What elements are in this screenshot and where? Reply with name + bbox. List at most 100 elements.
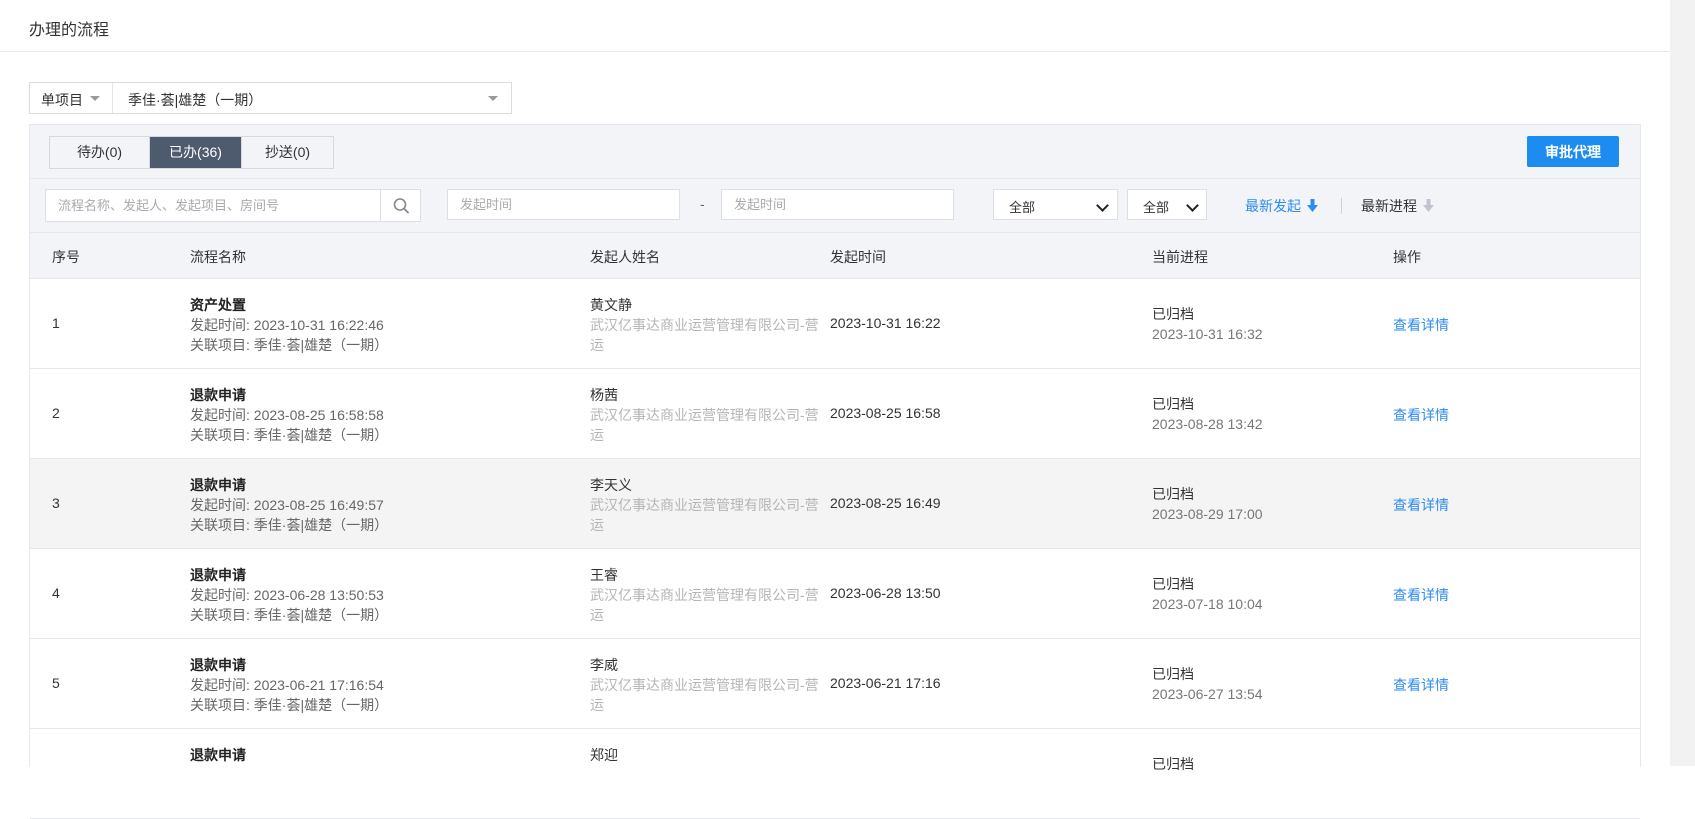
progress-time: 2023-10-31 16:32 — [1152, 326, 1263, 342]
progress-time: 2023-08-28 13:42 — [1152, 416, 1263, 432]
date-range-separator: - — [700, 196, 705, 212]
view-details-link[interactable]: 查看详情 — [1393, 405, 1449, 425]
row-index: 1 — [52, 315, 60, 331]
col-header-index: 序号 — [52, 249, 80, 265]
table-row[interactable]: 3 退款申请 发起时间: 2023-08-25 16:49:57 关联项目: 季… — [30, 459, 1640, 549]
progress-time: 2023-07-18 10:04 — [1152, 596, 1263, 612]
progress-status: 已归档 — [1152, 396, 1194, 412]
col-header-action: 操作 — [1393, 249, 1421, 265]
col-header-initiator: 发起人姓名 — [590, 249, 660, 265]
row-initiator: 王睿 武汉亿事达商业运营管理有限公司-营运 — [590, 565, 820, 625]
process-name: 退款申请 — [190, 747, 246, 763]
process-start-time: 发起时间: 2023-06-28 13:50:53 — [190, 587, 384, 603]
initiator-org: 武汉亿事达商业运营管理有限公司-营运 — [590, 497, 819, 533]
table-row[interactable]: 5 退款申请 发起时间: 2023-06-21 17:16:54 关联项目: 季… — [30, 639, 1640, 729]
filter-select-2[interactable]: 全部 — [1127, 189, 1207, 220]
sort-latest-progress-label: 最新进程 — [1361, 198, 1417, 214]
process-name: 退款申请 — [190, 477, 246, 493]
sort-divider — [1341, 198, 1342, 214]
row-start-time: 2023-06-28 13:50 — [830, 585, 941, 601]
arrow-down-icon — [1307, 199, 1318, 212]
progress-status: 已归档 — [1152, 306, 1194, 322]
project-type-select[interactable]: 单项目 — [30, 83, 113, 113]
search-button[interactable] — [380, 190, 421, 221]
process-project: 关联项目: 季佳·荟|雄楚（一期） — [190, 427, 389, 443]
caret-down-icon — [90, 96, 100, 101]
tab-cc[interactable]: 抄送(0) — [241, 137, 333, 168]
process-name: 退款申请 — [190, 657, 246, 673]
tab-todo[interactable]: 待办(0) — [50, 137, 149, 168]
view-details-link[interactable]: 查看详情 — [1393, 585, 1449, 605]
initiator-org: 武汉亿事达商业运营管理有限公司-营运 — [590, 317, 819, 353]
row-process: 资产处置 发起时间: 2023-10-31 16:22:46 关联项目: 季佳·… — [190, 295, 388, 355]
project-filter: 单项目 季佳·荟|雄楚（一期） — [29, 82, 512, 114]
row-initiator: 黄文静 武汉亿事达商业运营管理有限公司-营运 — [590, 295, 820, 355]
start-date-from-input[interactable] — [447, 189, 680, 220]
col-header-name: 流程名称 — [190, 249, 246, 265]
process-name: 退款申请 — [190, 387, 246, 403]
view-details-link[interactable]: 查看详情 — [1393, 495, 1449, 515]
initiator-name: 杨茜 — [590, 387, 618, 403]
progress-status: 已归档 — [1152, 576, 1194, 592]
initiator-name: 李天义 — [590, 477, 632, 493]
row-process: 退款申请 — [190, 745, 246, 765]
project-name-select[interactable]: 季佳·荟|雄楚（一期） — [113, 83, 510, 113]
search-icon — [393, 198, 409, 214]
progress-status: 已归档 — [1152, 756, 1194, 772]
search-box — [45, 189, 421, 222]
process-start-time: 发起时间: 2023-08-25 16:58:58 — [190, 407, 384, 423]
search-input[interactable] — [46, 190, 376, 221]
page-scrollbar[interactable] — [1670, 0, 1695, 766]
process-project: 关联项目: 季佳·荟|雄楚（一期） — [190, 517, 389, 533]
row-start-time: 2023-08-25 16:58 — [830, 405, 941, 421]
tab-bar: 待办(0) 已办(36) 抄送(0) 审批代理 — [30, 125, 1640, 179]
row-process: 退款申请 发起时间: 2023-06-21 17:16:54 关联项目: 季佳·… — [190, 655, 388, 715]
initiator-name: 黄文静 — [590, 297, 632, 313]
row-index: 5 — [52, 675, 60, 691]
approval-agent-button[interactable]: 审批代理 — [1527, 136, 1619, 167]
row-initiator: 李威 武汉亿事达商业运营管理有限公司-营运 — [590, 655, 820, 715]
project-name-value: 季佳·荟|雄楚（一期） — [128, 92, 263, 108]
project-type-value: 单项目 — [41, 92, 83, 108]
process-name: 退款申请 — [190, 567, 246, 583]
process-project: 关联项目: 季佳·荟|雄楚（一期） — [190, 607, 389, 623]
row-progress: 已归档 2023-07-18 10:04 — [1152, 574, 1263, 614]
process-start-time: 发起时间: 2023-10-31 16:22:46 — [190, 317, 384, 333]
filter-select-1[interactable]: 全部 — [993, 189, 1118, 220]
process-start-time: 发起时间: 2023-08-25 16:49:57 — [190, 497, 384, 513]
table-row[interactable]: 1 资产处置 发起时间: 2023-10-31 16:22:46 关联项目: 季… — [30, 279, 1640, 369]
col-header-start-time: 发起时间 — [830, 249, 886, 265]
row-index: 2 — [52, 405, 60, 421]
table-row[interactable]: 2 退款申请 发起时间: 2023-08-25 16:58:58 关联项目: 季… — [30, 369, 1640, 459]
chevron-down-icon — [1186, 199, 1199, 212]
table-row[interactable]: 4 退款申请 发起时间: 2023-06-28 13:50:53 关联项目: 季… — [30, 549, 1640, 639]
row-progress: 已归档 2023-06-27 13:54 — [1152, 664, 1263, 704]
initiator-org: 武汉亿事达商业运营管理有限公司-营运 — [590, 587, 819, 623]
table-row[interactable]: 退款申请 郑迎 已归档 — [30, 729, 1640, 819]
row-start-time: 2023-10-31 16:22 — [830, 315, 941, 331]
view-details-link[interactable]: 查看详情 — [1393, 315, 1449, 335]
progress-status: 已归档 — [1152, 666, 1194, 682]
start-date-to-input[interactable] — [721, 189, 954, 220]
row-progress: 已归档 2023-08-29 17:00 — [1152, 484, 1263, 524]
row-start-time: 2023-06-21 17:16 — [830, 675, 941, 691]
table-header: 序号 流程名称 发起人姓名 发起时间 当前进程 操作 — [30, 233, 1640, 279]
page-header: 办理的流程 — [0, 0, 1670, 52]
row-progress: 已归档 — [1152, 754, 1194, 774]
process-start-time: 发起时间: 2023-06-21 17:16:54 — [190, 677, 384, 693]
view-details-link[interactable]: 查看详情 — [1393, 675, 1449, 695]
tab-done[interactable]: 已办(36) — [149, 137, 241, 168]
sort-latest-progress-link[interactable]: 最新进程 — [1361, 196, 1434, 216]
sort-latest-start-link[interactable]: 最新发起 — [1245, 196, 1318, 216]
process-panel: 待办(0) 已办(36) 抄送(0) 审批代理 - 全部 全部 — [29, 124, 1641, 819]
col-header-progress: 当前进程 — [1152, 249, 1208, 265]
caret-down-icon — [488, 96, 498, 101]
initiator-org: 武汉亿事达商业运营管理有限公司-营运 — [590, 407, 819, 443]
sort-latest-start-label: 最新发起 — [1245, 198, 1301, 214]
progress-time: 2023-08-29 17:00 — [1152, 506, 1263, 522]
row-progress: 已归档 2023-08-28 13:42 — [1152, 394, 1263, 434]
chevron-down-icon — [1096, 199, 1109, 212]
row-process: 退款申请 发起时间: 2023-08-25 16:58:58 关联项目: 季佳·… — [190, 385, 388, 445]
row-progress: 已归档 2023-10-31 16:32 — [1152, 304, 1263, 344]
status-tabs: 待办(0) 已办(36) 抄送(0) — [49, 136, 334, 169]
